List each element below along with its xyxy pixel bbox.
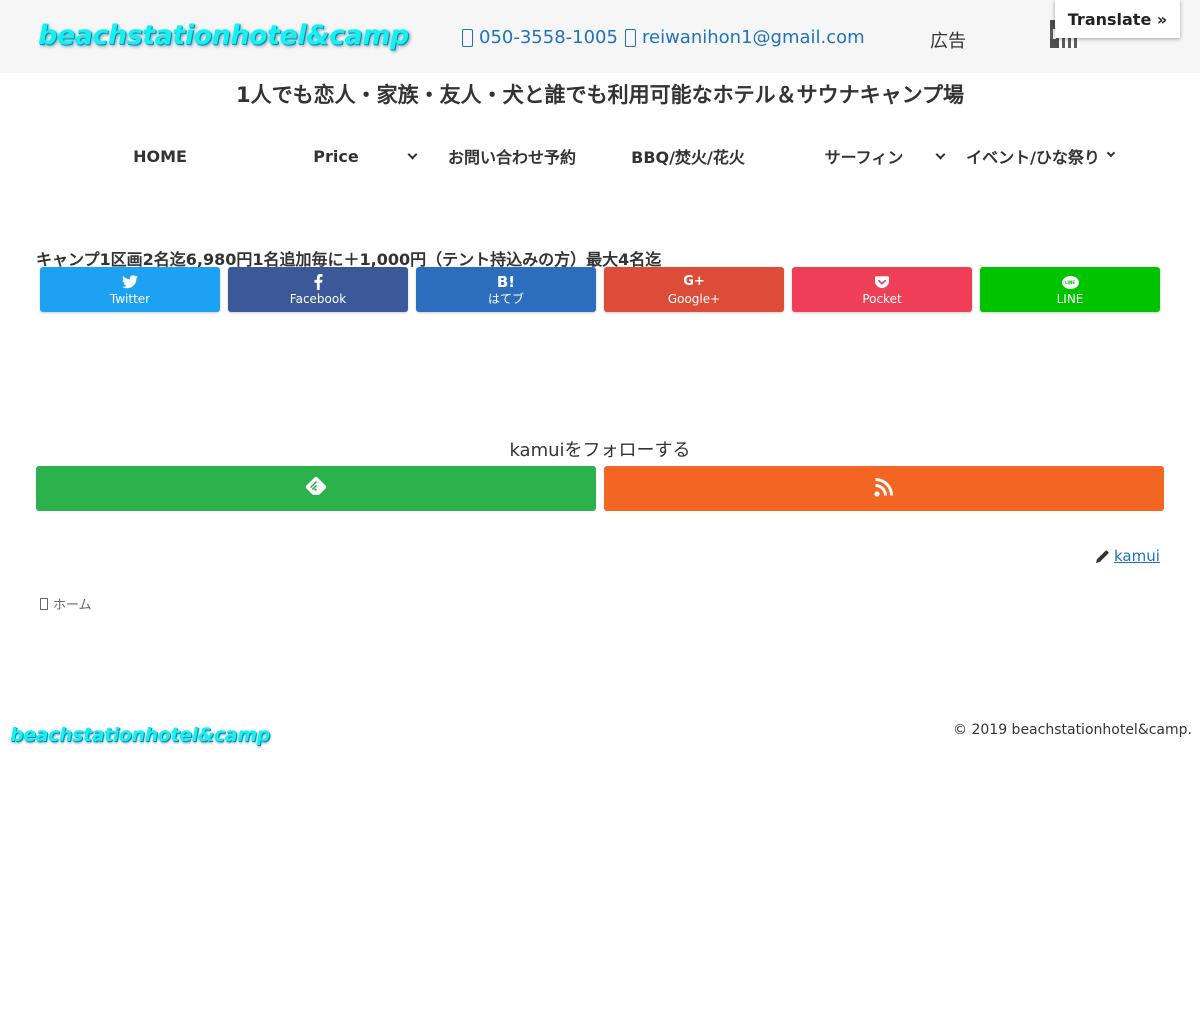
ad-label: 広告 (930, 31, 966, 52)
email-link[interactable]: reiwanihon1@gmail.com (625, 27, 865, 48)
translate-button[interactable]: Translate » (1055, 0, 1180, 38)
nav-item-label: イベント/ひな祭り (966, 148, 1100, 167)
pencil-icon (1096, 549, 1109, 563)
share-facebook-button[interactable]: Facebook (228, 267, 408, 312)
author-name[interactable]: kamui (1114, 547, 1160, 565)
line-icon-text: LINE (1061, 275, 1079, 289)
footer-logo[interactable]: beachstationhotel&camp (10, 724, 270, 746)
nav-item-surfing[interactable]: サーフィン (776, 138, 952, 174)
share-pocket-button[interactable]: Pocket (792, 267, 972, 312)
follow-rss-button[interactable] (604, 466, 1164, 511)
share-label: Facebook (289, 292, 347, 306)
site-logo[interactable]: beachstationhotel&camp (38, 20, 409, 51)
chevron-down-icon (1106, 148, 1116, 158)
nav-item-contact[interactable]: お問い合わせ予約 (424, 138, 600, 174)
mail-icon (625, 28, 636, 47)
site-header: beachstationhotel&camp 050-3558-1005 rei… (0, 0, 1200, 73)
nav-item-events[interactable]: イベント/ひな祭り (952, 138, 1128, 174)
nav-item-label: HOME (133, 146, 187, 166)
follow-title: kamuiをフォローする (509, 440, 691, 461)
rss-icon (874, 477, 894, 501)
line-icon: LINE (1061, 273, 1079, 291)
follow-feedly-button[interactable] (36, 466, 596, 511)
home-icon (40, 597, 48, 610)
share-hatena-button[interactable]: B! はてブ (416, 267, 596, 312)
nav-item-label: BBQ/焚火/花火 (631, 148, 745, 167)
site-tagline: 1人でも恋人・家族・友人・犬と誰でも利用可能なホテル＆サウナキャンプ場 (236, 83, 964, 107)
breadcrumb-home[interactable]: ホーム (53, 594, 92, 613)
facebook-icon (314, 273, 323, 291)
share-line-button[interactable]: LINE LINE (980, 267, 1160, 312)
hatena-icon: B! (496, 273, 516, 291)
nav-item-price[interactable]: Price (248, 138, 424, 174)
nav-item-label: サーフィン (824, 148, 904, 167)
feedly-icon (305, 476, 327, 502)
google-plus-icon: G+ (683, 274, 705, 289)
share-twitter-button[interactable]: Twitter (40, 267, 220, 312)
phone-icon (462, 28, 473, 47)
share-label: はてブ (487, 292, 524, 306)
nav-item-label: Price (313, 146, 359, 166)
pocket-icon (875, 273, 889, 291)
share-label: Pocket (862, 292, 902, 306)
phone-number: 050-3558-1005 (479, 27, 618, 48)
share-label: Google+ (667, 292, 721, 306)
phone-link[interactable]: 050-3558-1005 (462, 27, 618, 48)
share-label: LINE (1056, 292, 1084, 306)
breadcrumb: ホーム (40, 594, 92, 613)
copyright: © 2019 beachstationhotel&camp. (953, 722, 1192, 738)
nav-item-bbq[interactable]: BBQ/焚火/花火 (600, 138, 776, 174)
author-link[interactable]: kamui (1096, 547, 1160, 565)
share-label: Twitter (109, 292, 151, 306)
email-address: reiwanihon1@gmail.com (642, 27, 865, 48)
twitter-icon (122, 273, 138, 291)
main-nav: HOME Price お問い合わせ予約 BBQ/焚火/花火 サーフィン イベント… (72, 138, 1128, 174)
share-google-plus-button[interactable]: G+ Google+ (604, 267, 784, 312)
nav-item-home[interactable]: HOME (72, 138, 248, 174)
share-buttons: Twitter Facebook B! はてブ G+ Google+ Pocke… (40, 267, 1160, 312)
nav-item-label: お問い合わせ予約 (447, 148, 576, 167)
